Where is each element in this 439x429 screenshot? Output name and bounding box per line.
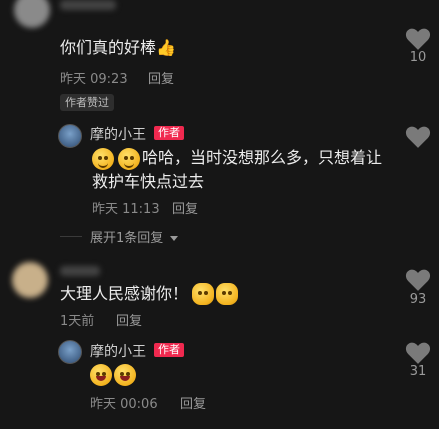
like-count: 10: [409, 50, 427, 65]
clap-emoji: [192, 283, 214, 305]
heart-icon[interactable]: [405, 125, 431, 149]
reply-time: 昨天 00:06: [90, 397, 158, 412]
heart-icon[interactable]: [405, 268, 431, 292]
author-avatar[interactable]: [58, 124, 82, 148]
expand-replies-button[interactable]: 展开1条回复: [90, 227, 179, 246]
comment-text-content: 大理人民感谢你！: [60, 284, 189, 303]
clap-emoji: [216, 283, 238, 305]
reply-button[interactable]: 回复: [172, 198, 198, 217]
reply-time: 昨天 11:13: [92, 202, 160, 217]
comment-time: 1天前: [60, 314, 95, 329]
author-name[interactable]: 摩的小王: [90, 341, 146, 361]
chevron-down-icon: [170, 235, 179, 241]
heart-icon[interactable]: [405, 27, 431, 51]
author-liked-badge: 作者赞过: [60, 94, 114, 111]
reply-button[interactable]: 回复: [148, 68, 174, 87]
laugh-emoji: [90, 364, 112, 386]
author-tag: 作者: [154, 126, 184, 140]
avatar[interactable]: [12, 262, 48, 298]
grin-emoji: [92, 148, 114, 170]
comment-text: 大理人民感谢你！: [60, 282, 188, 306]
username-blurred[interactable]: [60, 266, 100, 276]
reply-text-line2: 救护车快点过去: [92, 172, 205, 191]
heart-icon[interactable]: [405, 341, 431, 365]
expand-label: 展开1条回复: [90, 231, 164, 246]
avatar[interactable]: [14, 0, 50, 28]
divider-line: [60, 236, 82, 237]
author-name[interactable]: 摩的小王: [90, 124, 146, 144]
reply-text-line1: 哈哈，当时没想那么多，只想着让: [142, 148, 383, 167]
author-avatar[interactable]: [58, 340, 82, 364]
laugh-emoji: [114, 364, 136, 386]
comment-text-content: 你们真的好棒👍: [60, 38, 176, 57]
comment-time: 昨天 09:23: [60, 72, 128, 87]
like-count: 93: [409, 292, 427, 307]
reply-button[interactable]: 回复: [180, 393, 206, 412]
author-tag: 作者: [154, 343, 184, 357]
grin-emoji: [118, 148, 140, 170]
comment-text: 你们真的好棒👍: [60, 36, 176, 60]
like-count: 31: [409, 364, 427, 379]
username-blurred[interactable]: [60, 0, 116, 10]
reply-button[interactable]: 回复: [116, 310, 142, 329]
